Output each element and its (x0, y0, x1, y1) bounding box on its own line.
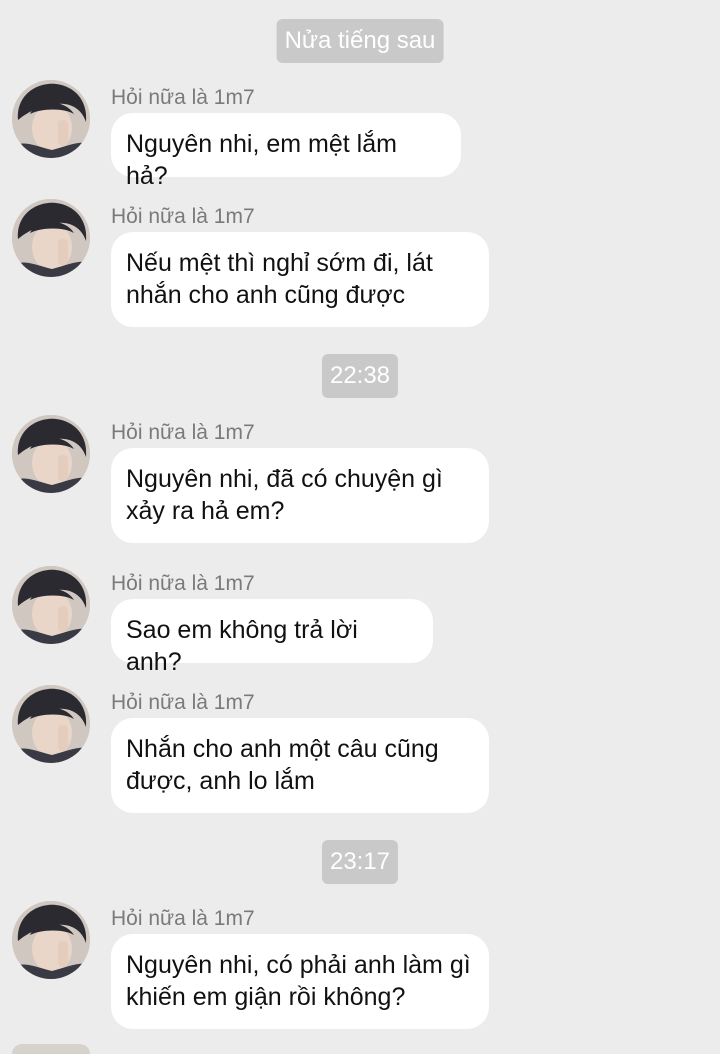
avatar-photo (12, 566, 90, 644)
message-bubble[interactable]: Nhắn cho anh một câu cũng được, anh lo l… (111, 718, 489, 813)
avatar-photo (12, 199, 90, 277)
avatar-photo (12, 415, 90, 493)
sender-name: Hỏi nữa là 1m7 (111, 86, 255, 109)
avatar-photo (12, 80, 90, 158)
timestamp-divider: 23:17 (321, 840, 399, 884)
avatar[interactable] (12, 415, 90, 493)
sender-name: Hỏi nữa là 1m7 (111, 907, 255, 930)
avatar-photo (12, 901, 90, 979)
avatar[interactable] (12, 901, 90, 979)
message-bubble[interactable]: Nguyên nhi, có phải anh làm gì khiến em … (111, 934, 489, 1029)
message-bubble[interactable]: Nguyên nhi, em mệt lắm hả? (111, 113, 461, 190)
avatar[interactable] (12, 566, 90, 644)
sender-name: Hỏi nữa là 1m7 (111, 421, 255, 444)
avatar[interactable] (12, 685, 90, 763)
sender-name: Hỏi nữa là 1m7 (111, 691, 255, 714)
message-bubble[interactable]: Nguyên nhi, đã có chuyện gì xảy ra hả em… (111, 448, 489, 543)
avatar[interactable] (12, 1044, 90, 1054)
chat-area: Nửa tiếng sau Hỏi nữa là 1m7 Nguyên nhi,… (0, 0, 720, 1054)
sender-name: Hỏi nữa là 1m7 (111, 572, 255, 595)
sender-name: Hỏi nữa là 1m7 (111, 205, 255, 228)
timestamp-divider: Nửa tiếng sau (276, 19, 444, 63)
message-bubble[interactable]: Sao em không trả lời anh? (111, 599, 433, 676)
timestamp-divider: 22:38 (321, 354, 399, 398)
message-bubble[interactable]: Nếu mệt thì nghỉ sớm đi, lát nhắn cho an… (111, 232, 489, 327)
avatar-photo (12, 685, 90, 763)
avatar[interactable] (12, 80, 90, 158)
avatar[interactable] (12, 199, 90, 277)
